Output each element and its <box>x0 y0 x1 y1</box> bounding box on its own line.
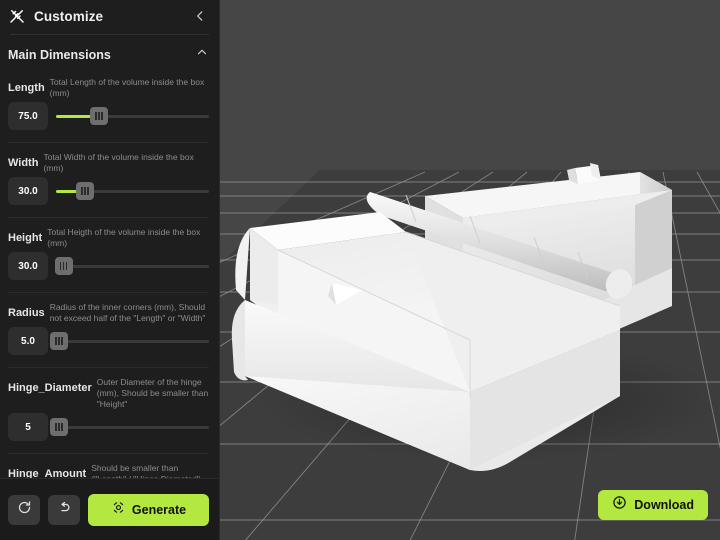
customize-sidebar: Customize Main Dimensions Length Total Le… <box>0 0 220 540</box>
parameter-control-row: 75.0 <box>8 102 209 134</box>
slider-length[interactable] <box>56 106 209 126</box>
slider-knob[interactable] <box>54 257 73 276</box>
parameter-labels: Width Total Width of the volume inside th… <box>8 151 209 174</box>
parameter-hinge_diameter: Hinge_Diameter Outer Diameter of the hing… <box>8 368 209 445</box>
reset-button[interactable] <box>8 494 40 525</box>
sliders-tools-icon <box>8 7 26 25</box>
parameter-name: Hinge_Diameter <box>8 382 92 395</box>
page-title: Customize <box>34 8 104 24</box>
parameter-name: Radius <box>8 307 45 320</box>
slider-track <box>56 264 209 268</box>
parameter-description: Should be smaller than ("Length" / "Hing… <box>91 463 201 478</box>
undo-button[interactable] <box>48 494 80 525</box>
parameter-control-row: 30.0 <box>8 177 209 209</box>
parameter-name: Hinge_Amount <box>8 468 87 478</box>
slider-track <box>56 339 209 343</box>
parameter-description: Total Length of the volume inside the bo… <box>49 77 205 99</box>
parameter-description: Radius of the inner corners (mm), Should… <box>49 302 206 324</box>
slider-width[interactable] <box>56 181 209 201</box>
slider-knob[interactable] <box>89 107 108 126</box>
download-button-label: Download <box>634 498 694 512</box>
parameter-width: Width Total Width of the volume inside th… <box>8 143 209 209</box>
section-title: Main Dimensions <box>8 47 111 62</box>
undo-arrow-icon <box>57 500 72 520</box>
3d-viewport[interactable]: Download <box>220 0 720 540</box>
download-circle-icon <box>612 495 627 515</box>
section-header-main-dimensions[interactable]: Main Dimensions <box>0 41 219 68</box>
parameter-labels: Radius Radius of the inner corners (mm), … <box>8 301 209 324</box>
generate-button-label: Generate <box>131 502 187 517</box>
parameter-control-row: 5 <box>8 413 209 445</box>
parameter-control-row: 30.0 <box>8 252 209 284</box>
parameter-name: Length <box>8 82 45 95</box>
value-input-radius[interactable]: 5.0 <box>8 327 48 356</box>
slider-hinge_diameter[interactable] <box>50 417 209 437</box>
parameter-name: Width <box>8 157 39 170</box>
customizer-app: Customize Main Dimensions Length Total Le… <box>0 0 720 540</box>
slider-knob[interactable] <box>50 332 69 351</box>
value-input-width[interactable]: 30.0 <box>8 177 48 206</box>
parameter-labels: Hinge_Amount Should be smaller than ("Len… <box>8 462 209 478</box>
parameter-description: Total Heigth of the volume inside the bo… <box>47 227 201 249</box>
parameter-name: Height <box>8 232 43 245</box>
sidebar-header: Customize <box>0 0 219 32</box>
slider-track <box>56 425 209 429</box>
slider-knob[interactable] <box>76 182 95 201</box>
chevron-up-icon <box>195 45 209 64</box>
parameter-labels: Height Total Heigth of the volume inside … <box>8 226 209 249</box>
refresh-icon <box>17 500 32 520</box>
parameter-description: Outer Diameter of the hinge (mm), Should… <box>96 377 209 410</box>
parameter-labels: Length Total Length of the volume inside … <box>8 76 209 99</box>
parameter-height: Height Total Heigth of the volume inside … <box>8 218 209 284</box>
hinged-box-3d-model <box>220 0 720 540</box>
sidebar-footer: Generate <box>0 478 219 540</box>
value-input-height[interactable]: 30.0 <box>8 252 48 281</box>
slider-height[interactable] <box>54 256 209 276</box>
slider-knob[interactable] <box>50 418 69 437</box>
parameter-length: Length Total Length of the volume inside … <box>8 68 209 134</box>
parameter-description: Total Width of the volume inside the box… <box>43 152 194 174</box>
parameters-list: Length Total Length of the volume inside … <box>0 68 219 478</box>
value-input-hinge_diameter[interactable]: 5 <box>8 413 48 442</box>
sidebar-collapse-button[interactable] <box>191 5 209 27</box>
header-divider <box>10 34 209 35</box>
parameter-control-row: 5.0 <box>8 327 209 359</box>
slider-radius[interactable] <box>50 331 209 351</box>
download-button[interactable]: Download <box>598 490 708 520</box>
value-input-length[interactable]: 75.0 <box>8 102 48 131</box>
parameter-radius: Radius Radius of the inner corners (mm), … <box>8 293 209 359</box>
parameter-labels: Hinge_Diameter Outer Diameter of the hing… <box>8 376 209 410</box>
generate-button[interactable]: Generate <box>88 493 209 526</box>
parameter-hinge_amount: Hinge_Amount Should be smaller than ("Len… <box>8 454 209 478</box>
generate-gear-icon <box>111 500 126 520</box>
